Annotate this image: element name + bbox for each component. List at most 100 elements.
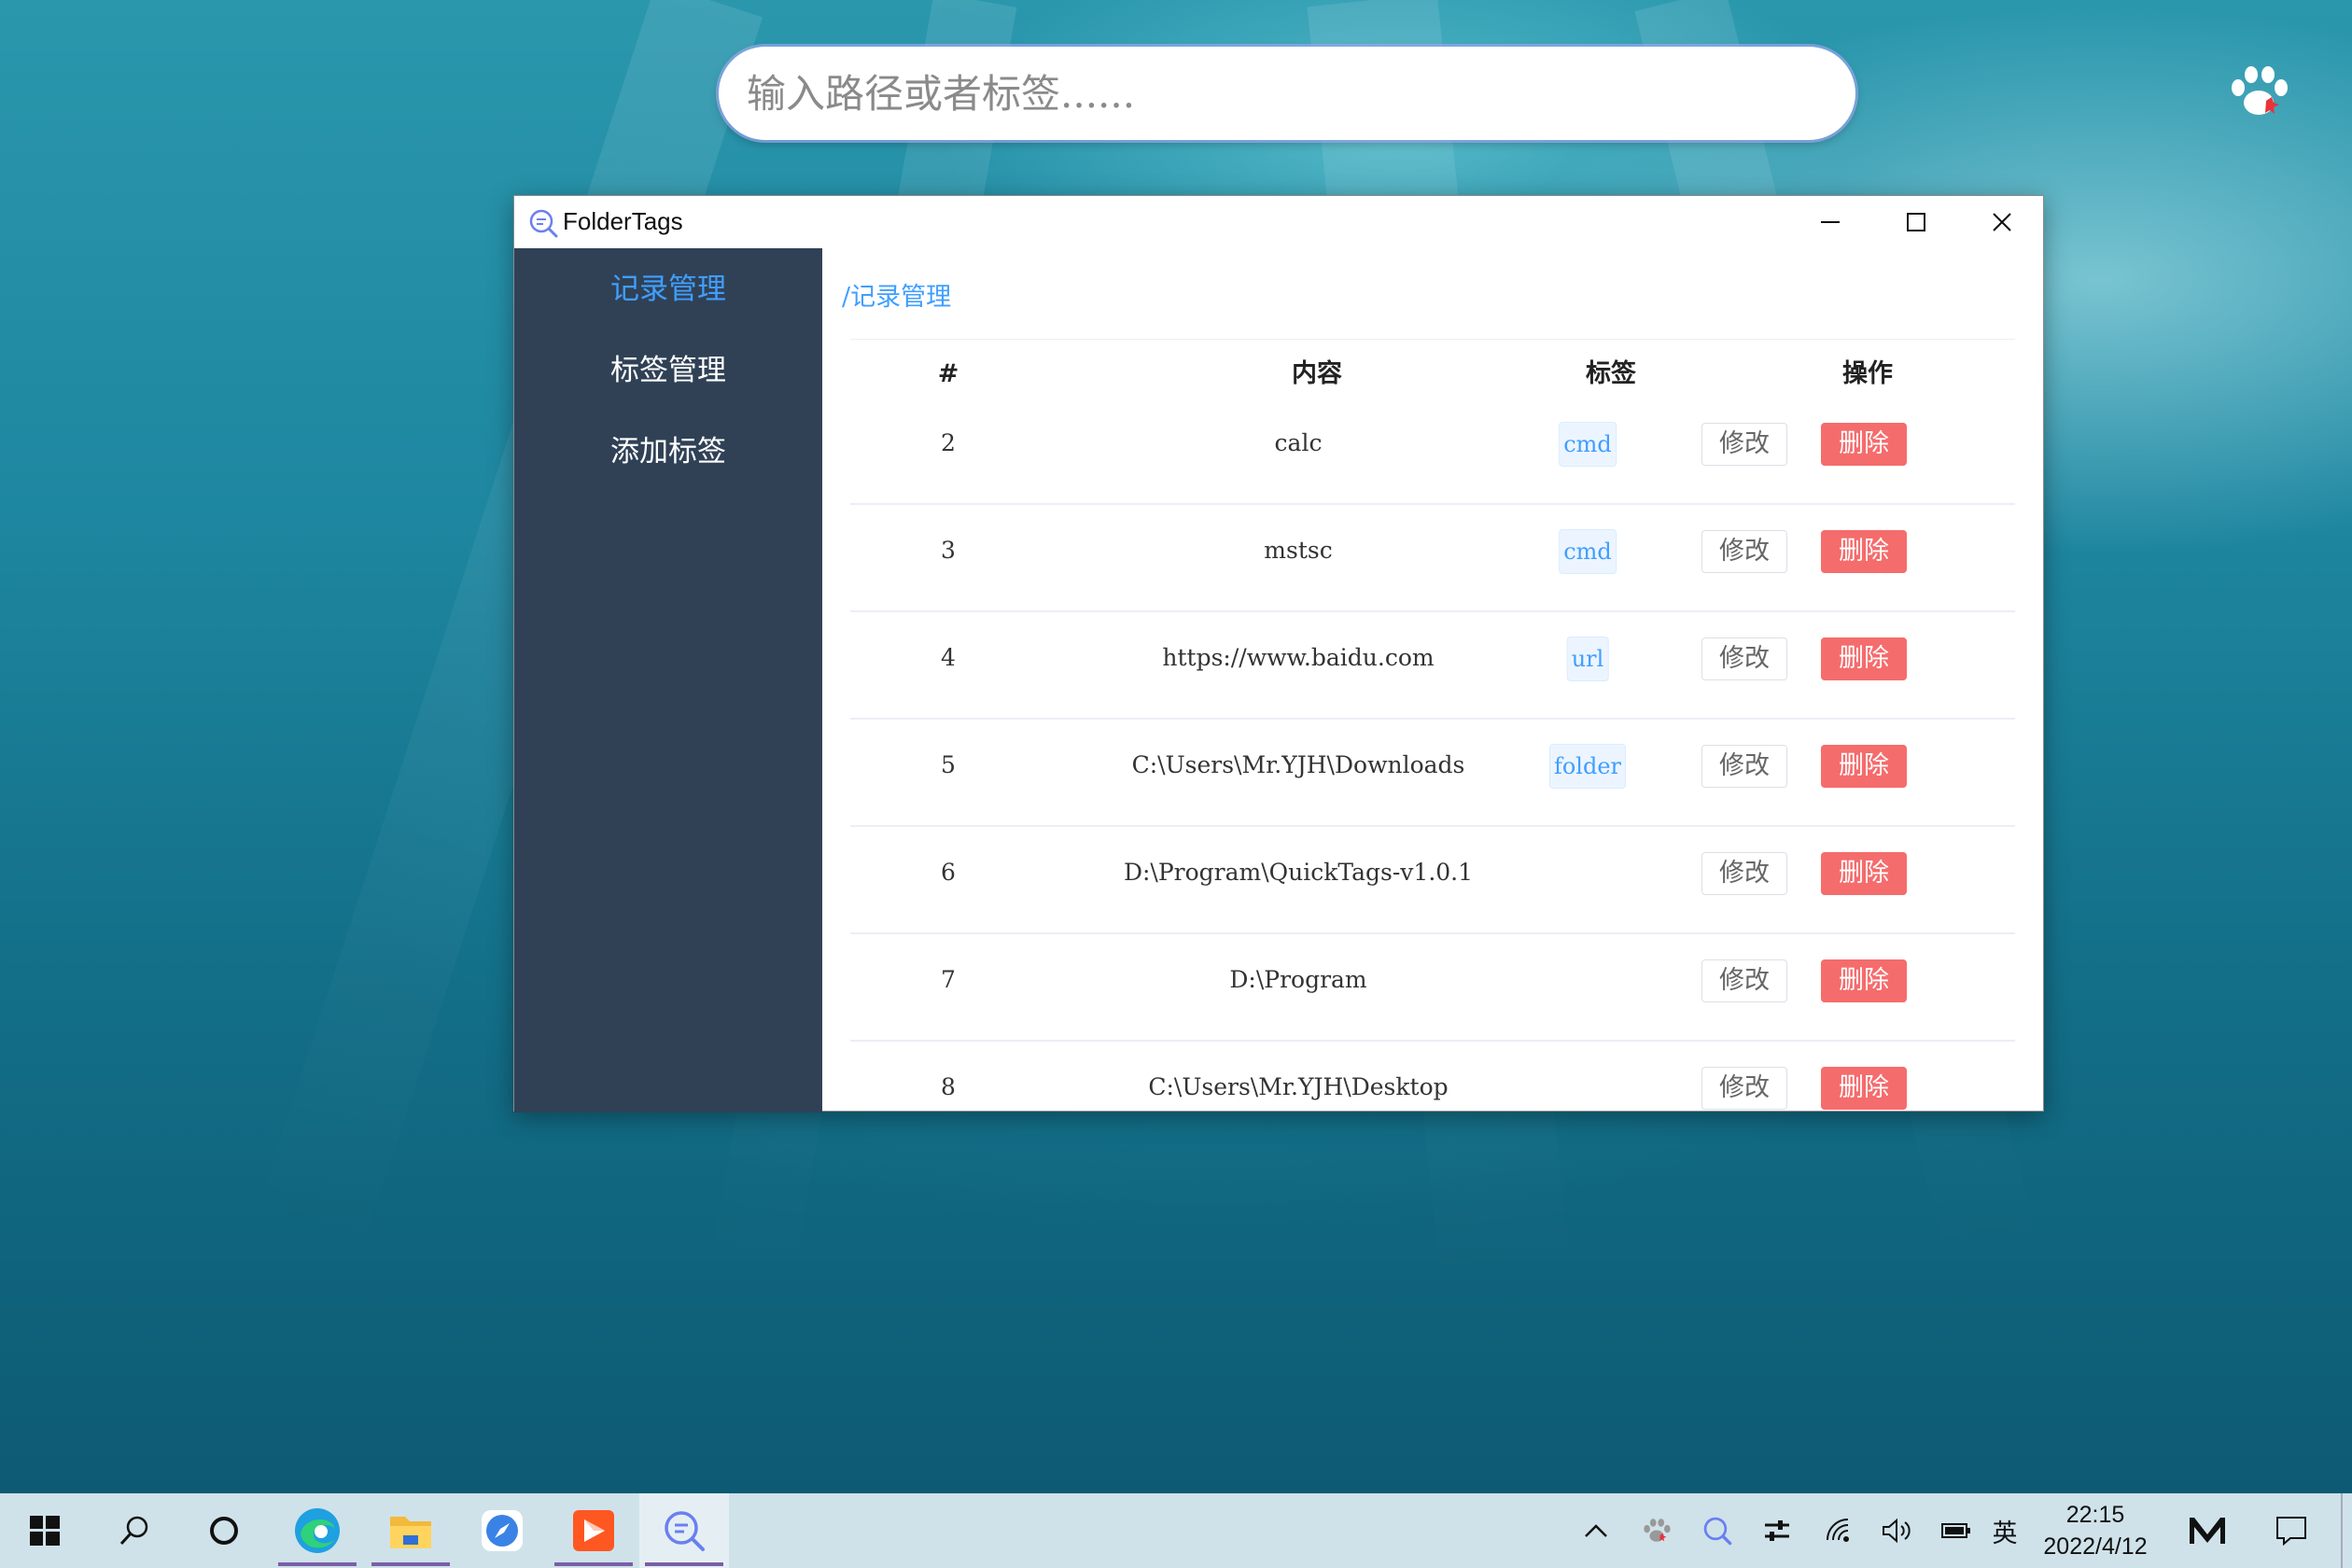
folder-icon	[390, 1517, 431, 1548]
tray-settings[interactable]	[1758, 1493, 1796, 1568]
cell-content: C:\Users\Mr.YJH\Downloads	[1131, 751, 1465, 778]
cell-index: 7	[941, 966, 956, 993]
table-row: 4 https://www.baidu.com url 修改 删除	[850, 612, 2015, 720]
taskbar: 英 22:15 2022/4/12	[0, 1493, 2352, 1568]
show-hidden-icons-button[interactable]	[1577, 1493, 1615, 1568]
notifications-button[interactable]	[2268, 1493, 2315, 1568]
maximize-button[interactable]	[1873, 196, 1959, 248]
delete-button[interactable]: 删除	[1821, 423, 1907, 466]
search-input[interactable]	[745, 69, 1829, 118]
cell-content: D:\Program	[1229, 966, 1367, 993]
notification-icon	[2276, 1517, 2306, 1546]
tray-network[interactable]	[1818, 1493, 1859, 1568]
show-desktop-button[interactable]	[2341, 1493, 2343, 1568]
cell-index: 2	[941, 429, 956, 456]
main-content: /记录管理 # 内容 标签 操作 2 calc cmd 修改 删除 3 mstsc cmd 修改…	[822, 248, 2043, 1111]
sidebar: 记录管理 标签管理 添加标签	[514, 248, 822, 1113]
sidebar-item-add-tag[interactable]: 添加标签	[514, 424, 822, 480]
table-row: 6 D:\Program\QuickTags-v1.0.1 修改 删除	[850, 827, 2015, 934]
sidebar-item-tags[interactable]: 标签管理	[514, 343, 822, 399]
edit-button[interactable]: 修改	[1701, 745, 1787, 788]
edit-button[interactable]: 修改	[1701, 637, 1787, 680]
taskbar-media-player[interactable]	[549, 1493, 638, 1568]
sidebar-item-records[interactable]: 记录管理	[514, 261, 822, 317]
battery-icon	[1941, 1523, 1970, 1538]
start-button[interactable]	[0, 1493, 90, 1568]
cell-index: 3	[941, 537, 956, 564]
cell-content: C:\Users\Mr.YJH\Desktop	[1148, 1073, 1449, 1100]
cell-content: mstsc	[1264, 537, 1333, 564]
close-icon	[1993, 213, 2011, 231]
window-title: FolderTags	[563, 207, 683, 235]
table-row: 8 C:\Users\Mr.YJH\Desktop 修改 删除	[850, 1042, 2015, 1111]
edit-button[interactable]: 修改	[1701, 530, 1787, 573]
taskbar-file-explorer[interactable]	[366, 1493, 455, 1568]
delete-button[interactable]: 删除	[1821, 1067, 1907, 1110]
search-bar[interactable]	[719, 47, 1855, 140]
cell-index: 4	[941, 644, 956, 671]
divider	[850, 339, 2015, 340]
table-row: 3 mstsc cmd 修改 删除	[850, 505, 2015, 612]
delete-button[interactable]: 删除	[1821, 637, 1907, 680]
tray-app-m[interactable]	[2184, 1493, 2231, 1568]
breadcrumb[interactable]: /记录管理	[842, 276, 951, 313]
tray-battery[interactable]	[1936, 1493, 1977, 1568]
table-row: 5 C:\Users\Mr.YJH\Downloads folder 修改 删除	[850, 720, 2015, 827]
table-row: 2 calc cmd 修改 删除	[850, 398, 2015, 505]
close-button[interactable]	[1959, 196, 2045, 248]
windows-logo-icon	[30, 1516, 60, 1546]
tray-paw-app[interactable]	[1638, 1493, 1675, 1568]
play-icon	[573, 1510, 614, 1551]
cell-index: 8	[941, 1073, 956, 1100]
minimize-icon	[1821, 221, 1840, 223]
taskbar-edge[interactable]	[273, 1493, 362, 1568]
minimize-button[interactable]	[1787, 196, 1873, 248]
cell-content: D:\Program\QuickTags-v1.0.1	[1123, 859, 1474, 886]
running-indicator	[554, 1562, 633, 1566]
clock-date: 2022/4/12	[2043, 1533, 2148, 1560]
running-indicator	[371, 1562, 450, 1566]
delete-button[interactable]: 删除	[1821, 959, 1907, 1002]
tray-clock[interactable]: 22:15 2022/4/12	[2025, 1499, 2165, 1562]
delete-button[interactable]: 删除	[1821, 530, 1907, 573]
cortana-button[interactable]	[179, 1493, 269, 1568]
cell-content: calc	[1274, 429, 1323, 456]
table-row: 7 D:\Program 修改 删除	[850, 934, 2015, 1042]
app-window: FolderTags 记录管理 标签管理 添加标签 /记录管理 # 内容 标签 …	[513, 195, 2044, 1113]
paw-icon	[1644, 1519, 1671, 1542]
tray-foldertags[interactable]	[1699, 1493, 1736, 1568]
clock-time: 22:15	[2065, 1502, 2125, 1528]
speaker-icon	[1883, 1518, 1911, 1544]
edit-button[interactable]: 修改	[1701, 959, 1787, 1002]
foldertags-search-icon	[1703, 1517, 1732, 1546]
maximize-icon	[1907, 213, 1925, 231]
cell-content: https://www.baidu.com	[1162, 644, 1435, 671]
edit-button[interactable]: 修改	[1701, 852, 1787, 895]
sliders-icon	[1765, 1520, 1789, 1541]
m-logo-icon	[2190, 1518, 2225, 1544]
taskbar-browser[interactable]	[457, 1493, 547, 1568]
app-search-icon	[529, 209, 558, 238]
wifi-icon	[1827, 1519, 1849, 1542]
running-indicator	[278, 1562, 357, 1566]
tray-ime[interactable]: 英	[1986, 1493, 2023, 1568]
taskbar-foldertags[interactable]	[639, 1493, 729, 1568]
search-icon	[119, 1516, 148, 1546]
cell-index: 5	[941, 751, 956, 778]
tag-badge[interactable]: folder	[1548, 744, 1627, 789]
tray-volume[interactable]	[1876, 1493, 1917, 1568]
search-button[interactable]	[90, 1493, 179, 1568]
delete-button[interactable]: 删除	[1821, 852, 1907, 895]
edit-button[interactable]: 修改	[1701, 1067, 1787, 1110]
tag-badge[interactable]: url	[1566, 637, 1609, 681]
title-bar[interactable]: FolderTags	[514, 196, 2043, 248]
edge-icon	[295, 1508, 340, 1553]
circle-icon	[210, 1517, 238, 1545]
delete-button[interactable]: 删除	[1821, 745, 1907, 788]
running-indicator	[645, 1562, 723, 1566]
tag-badge[interactable]: cmd	[1559, 529, 1617, 574]
paw-icon[interactable]	[2225, 63, 2292, 119]
tag-badge[interactable]: cmd	[1559, 422, 1617, 467]
edit-button[interactable]: 修改	[1701, 423, 1787, 466]
compass-icon	[482, 1510, 523, 1551]
